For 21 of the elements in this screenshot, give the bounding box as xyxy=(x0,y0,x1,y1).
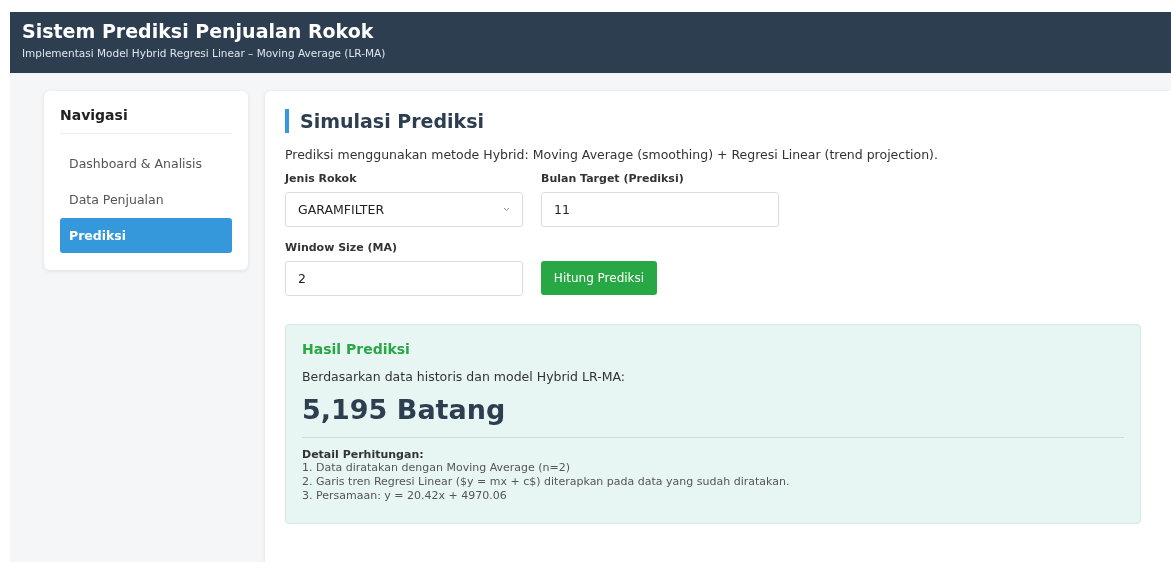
field-label: Bulan Target (Prediksi) xyxy=(541,172,685,185)
field-label: Jenis Rokok xyxy=(285,172,358,185)
select-field[interactable]: GARAMFILTER xyxy=(285,192,523,227)
detail-line: 1. Data diratakan dengan Moving Average (n=2) xyxy=(302,461,572,475)
input-field[interactable]: 2 xyxy=(285,261,523,296)
prediction-value: 5,195 Batang xyxy=(302,394,507,425)
detail-line: 3. Persamaan: y = 20.42x + 4970.06 xyxy=(302,489,508,503)
description-text: Prediksi menggunakan metode Hybrid: Moving Average (smoothing) + Regresi Linear (trend projection). xyxy=(285,147,939,162)
chevron-down-icon xyxy=(503,207,510,212)
nav-item[interactable]: Dashboard & Analisis xyxy=(60,146,232,181)
input-field[interactable]: 11 xyxy=(541,192,779,227)
nav-item[interactable]: Data Penjualan xyxy=(60,182,232,217)
result-intro: Berdasarkan data historis dan model Hybrid LR-MA: xyxy=(302,369,626,384)
section-title: Simulasi Prediksi xyxy=(285,109,1141,133)
sidebar-title: Navigasi xyxy=(60,107,232,134)
app-subtitle: Implementasi Model Hybrid Regresi Linear – Moving Average (LR-MA) xyxy=(22,46,387,61)
result-title: Hasil Prediksi xyxy=(302,341,411,357)
app-title: Sistem Prediksi Penjualan Rokok xyxy=(22,19,375,44)
detail-line: 2. Garis tren Regresi Linear ($y = mx + c$) diterapkan pada data yang sudah diratakan. xyxy=(302,475,791,489)
field-label: Window Size (MA) xyxy=(285,241,399,254)
detail-title: Detail Perhitungan: xyxy=(302,448,425,461)
